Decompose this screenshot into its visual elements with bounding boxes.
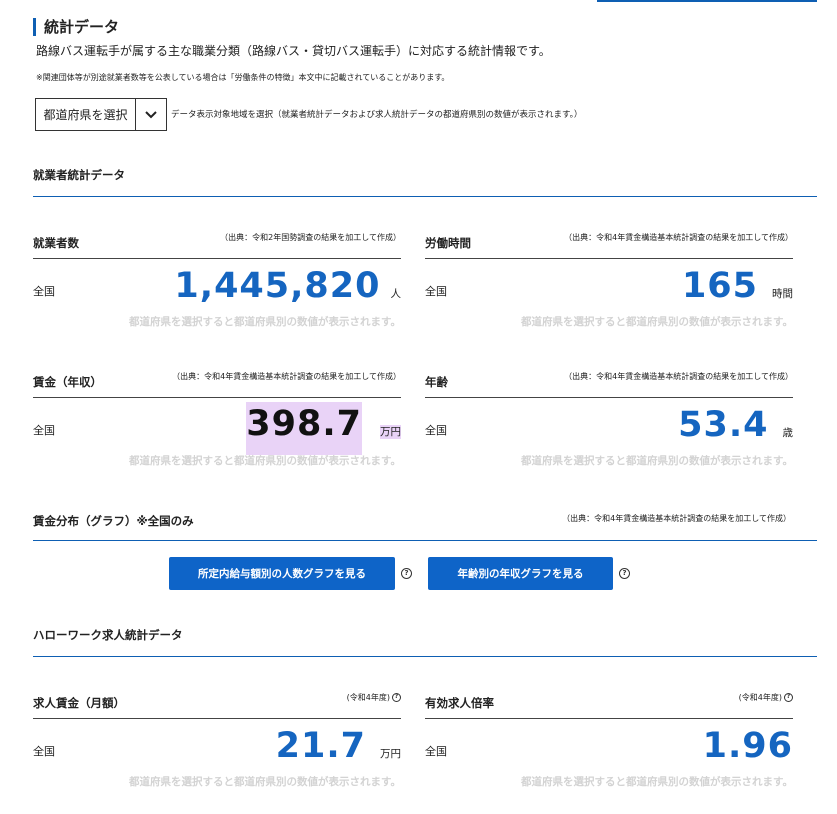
workers-value: 1,445,820 bbox=[174, 266, 381, 306]
job-ratio-source-wrap: (令和4年度)? bbox=[739, 693, 793, 703]
age-note: 都道府県を選択すると都道府県別の数値が表示されます。 bbox=[521, 455, 793, 467]
wage-value-row: 398.7 万円 bbox=[246, 402, 401, 455]
workers-rule bbox=[33, 258, 401, 259]
job-wage-card: 求人賃金（月額） (令和4年度)? 全国 21.7 万円 都道府県を選択すると都… bbox=[33, 693, 401, 788]
workers-unit: 人 bbox=[390, 288, 402, 300]
workers-title: 就業者数 bbox=[33, 236, 79, 250]
workers-value-row: 1,445,820 人 bbox=[174, 264, 401, 308]
chevron-down-icon bbox=[136, 99, 166, 130]
hours-source: （出典：令和4年賃金構造基本統計調査の結果を加工して作成） bbox=[564, 233, 793, 242]
job-wage-note: 都道府県を選択すると都道府県別の数値が表示されます。 bbox=[129, 776, 401, 788]
age-title: 年齢 bbox=[425, 375, 448, 389]
hours-rule bbox=[425, 258, 793, 259]
job-ratio-note: 都道府県を選択すると都道府県別の数値が表示されます。 bbox=[521, 776, 793, 788]
job-ratio-source: (令和4年度) bbox=[738, 693, 782, 702]
hellowork-section-title: ハローワーク求人統計データ bbox=[33, 628, 183, 642]
section-title: 統計データ bbox=[33, 18, 119, 36]
distribution-rule bbox=[33, 540, 817, 541]
distribution-title: 賃金分布（グラフ）※全国のみ bbox=[33, 514, 194, 528]
age-source: （出典：令和4年賃金構造基本統計調査の結果を加工して作成） bbox=[564, 372, 793, 381]
salary-distribution-graph-button[interactable]: 所定内給与額別の人数グラフを見る bbox=[169, 557, 395, 590]
hours-card: 労働時間 （出典：令和4年賃金構造基本統計調査の結果を加工して作成） 全国 16… bbox=[425, 233, 793, 328]
age-salary-graph-button[interactable]: 年齢別の年収グラフを見る bbox=[428, 557, 613, 590]
job-wage-title: 求人賃金（月額） bbox=[33, 696, 125, 710]
wage-note: 都道府県を選択すると都道府県別の数値が表示されます。 bbox=[129, 455, 401, 467]
help-icon[interactable]: ? bbox=[392, 693, 401, 702]
job-wage-source: (令和4年度) bbox=[346, 693, 390, 702]
workers-note: 都道府県を選択すると都道府県別の数値が表示されます。 bbox=[129, 316, 401, 328]
wage-value: 398.7 bbox=[246, 402, 362, 455]
workers-source: （出典：令和2年国勢調査の結果を加工して作成） bbox=[220, 233, 401, 242]
section-description: 路線バス運転手が属する主な職業分類（路線バス・貸切バス運転手）に対応する統計情報… bbox=[36, 44, 551, 58]
workers-region: 全国 bbox=[33, 285, 55, 298]
job-ratio-card: 有効求人倍率 (令和4年度)? 全国 1.96 都道府県を選択すると都道府県別の… bbox=[425, 693, 793, 788]
hours-value: 165 bbox=[681, 266, 758, 306]
distribution-source: （出典：令和4年賃金構造基本統計調査の結果を加工して作成） bbox=[562, 514, 791, 523]
age-rule bbox=[425, 397, 793, 398]
job-ratio-region: 全国 bbox=[425, 745, 447, 758]
job-ratio-rule bbox=[425, 718, 793, 719]
job-wage-rule bbox=[33, 718, 401, 719]
employment-section-title: 就業者統計データ bbox=[33, 168, 125, 182]
wage-source: （出典：令和4年賃金構造基本統計調査の結果を加工して作成） bbox=[172, 372, 401, 381]
region-select-hint: データ表示対象地域を選択（就業者統計データおよび求人統計データの都道府県別の数値… bbox=[171, 110, 583, 120]
hours-value-row: 165 時間 bbox=[682, 264, 793, 308]
job-wage-source-wrap: (令和4年度)? bbox=[347, 693, 401, 703]
age-card: 年齢 （出典：令和4年賃金構造基本統計調査の結果を加工して作成） 全国 53.4… bbox=[425, 372, 793, 467]
region-select-label: 都道府県を選択 bbox=[36, 99, 136, 130]
employment-section-rule bbox=[33, 196, 817, 197]
age-unit: 歳 bbox=[782, 427, 794, 439]
hours-note: 都道府県を選択すると都道府県別の数値が表示されます。 bbox=[521, 316, 793, 328]
hours-region: 全国 bbox=[425, 285, 447, 298]
help-icon[interactable]: ? bbox=[401, 568, 412, 579]
workers-card: 就業者数 （出典：令和2年国勢調査の結果を加工して作成） 全国 1,445,82… bbox=[33, 233, 401, 328]
hellowork-section-rule bbox=[33, 656, 817, 657]
age-value: 53.4 bbox=[678, 405, 769, 445]
wage-region: 全国 bbox=[33, 424, 55, 437]
job-wage-unit: 万円 bbox=[380, 748, 401, 760]
job-wage-region: 全国 bbox=[33, 745, 55, 758]
job-ratio-value: 1.96 bbox=[702, 726, 793, 766]
hours-unit: 時間 bbox=[772, 288, 793, 300]
job-wage-value: 21.7 bbox=[275, 726, 366, 766]
job-wage-value-row: 21.7 万円 bbox=[276, 724, 401, 768]
wage-unit: 万円 bbox=[380, 425, 401, 439]
section-note: ※関連団体等が別途就業者数等を公表している場合は「労働条件の特徴」本文中に記載さ… bbox=[36, 73, 450, 82]
region-select[interactable]: 都道府県を選択 bbox=[35, 98, 167, 131]
hours-title: 労働時間 bbox=[425, 236, 471, 250]
job-ratio-title: 有効求人倍率 bbox=[425, 696, 494, 710]
top-accent-line bbox=[597, 0, 817, 2]
wage-card: 賃金（年収） （出典：令和4年賃金構造基本統計調査の結果を加工して作成） 全国 … bbox=[33, 372, 401, 467]
age-value-row: 53.4 歳 bbox=[678, 403, 793, 447]
job-ratio-value-row: 1.96 bbox=[703, 724, 793, 768]
wage-rule bbox=[33, 397, 401, 398]
help-icon[interactable]: ? bbox=[619, 568, 630, 579]
age-region: 全国 bbox=[425, 424, 447, 437]
help-icon[interactable]: ? bbox=[784, 693, 793, 702]
wage-title: 賃金（年収） bbox=[33, 375, 102, 389]
